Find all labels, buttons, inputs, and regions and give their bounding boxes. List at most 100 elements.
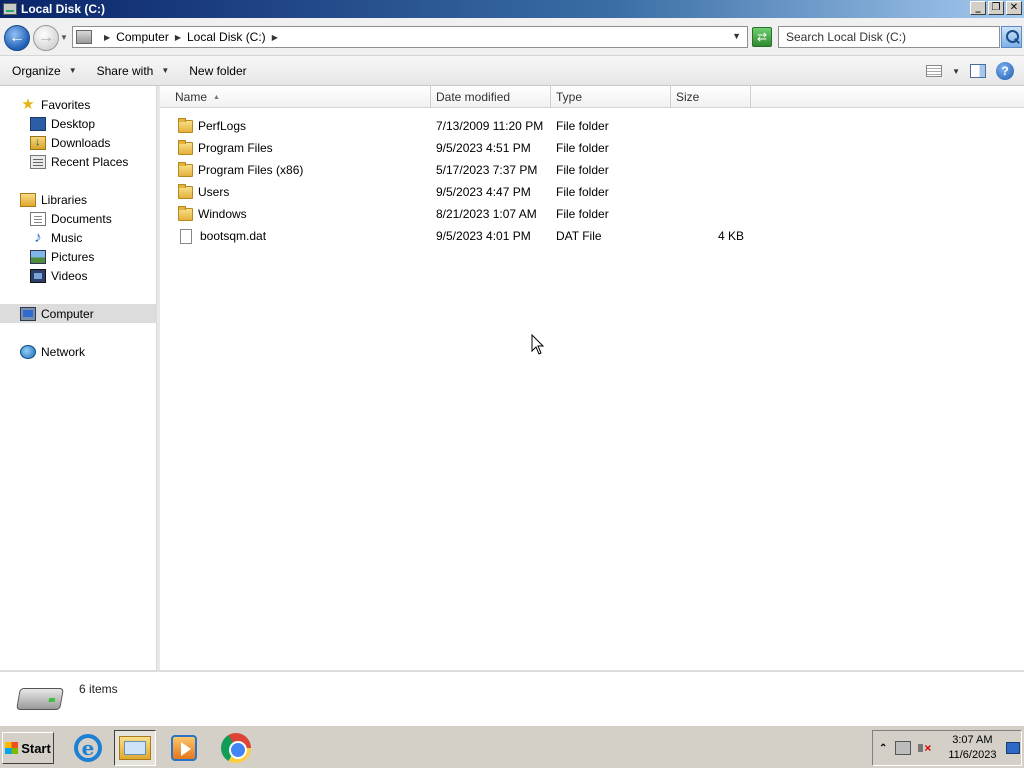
file-size (676, 181, 744, 203)
internet-explorer-icon: e (74, 734, 102, 762)
search-icon[interactable] (1001, 26, 1022, 48)
folder-icon (178, 139, 193, 155)
column-header-row: Name ▲ Date modified Type Size (160, 86, 1024, 108)
breadcrumb-computer[interactable]: Computer (116, 30, 169, 44)
address-bar[interactable]: ▶ Computer ▶ Local Disk (C:) ▶ ▼ (72, 26, 748, 48)
star-icon: ★ (21, 95, 35, 113)
nav-computer[interactable]: Computer (0, 304, 157, 323)
file-type: File folder (556, 185, 609, 199)
chevron-down-icon: ▼ (161, 66, 170, 75)
taskbar: Start e ⌃ 3:07 AM 11/6/2023 (0, 725, 1024, 768)
file-row-program-files-x86[interactable]: Program Files (x86) 5/17/2023 7:37 PM Fi… (160, 159, 1024, 181)
view-options-dropdown-icon[interactable]: ▼ (952, 67, 960, 76)
forward-button[interactable]: → (33, 25, 59, 51)
details-pane: 6 items (0, 670, 1024, 725)
network-status-icon[interactable] (895, 741, 912, 755)
file-size (676, 115, 744, 137)
media-player-icon (171, 735, 197, 761)
sort-ascending-icon: ▲ (213, 94, 220, 101)
share-with-button[interactable]: Share with ▼ (85, 64, 178, 78)
close-button[interactable]: ✕ (1006, 1, 1022, 15)
command-bar: Organize ▼ Share with ▼ New folder ▼ ? (0, 56, 1024, 86)
windows-logo-icon (5, 742, 19, 754)
computer-icon (20, 306, 36, 321)
show-desktop-icon[interactable] (1006, 742, 1021, 754)
pictures-icon (30, 249, 46, 264)
file-name: Program Files (198, 141, 273, 155)
chrome-icon (221, 733, 251, 763)
breadcrumb-local-disk[interactable]: Local Disk (C:) (187, 30, 266, 44)
file-size: 4 KB (717, 229, 744, 243)
column-header-size[interactable]: Size (671, 86, 751, 108)
folder-icon (178, 161, 193, 177)
file-date: 7/13/2009 11:20 PM (436, 119, 544, 133)
chevron-right-icon[interactable]: ▶ (272, 33, 278, 42)
computer-icon (76, 30, 92, 44)
file-name: Program Files (x86) (198, 163, 304, 177)
clock-date: 11/6/2023 (948, 749, 997, 761)
taskbar-chrome[interactable] (215, 730, 257, 766)
column-header-name[interactable]: Name ▲ (160, 86, 431, 108)
column-header-type[interactable]: Type (551, 86, 671, 108)
help-icon[interactable]: ? (996, 62, 1014, 80)
taskbar-media-player[interactable] (163, 730, 205, 766)
nav-favorites[interactable]: ★ Favorites (0, 95, 157, 114)
nav-music[interactable]: ♪ Music (0, 228, 157, 247)
change-view-icon[interactable] (926, 65, 943, 77)
file-date: 9/5/2023 4:01 PM (436, 229, 531, 243)
clock[interactable]: 3:07 AM 11/6/2023 (944, 733, 1000, 763)
downloads-icon (30, 135, 46, 150)
organize-button[interactable]: Organize ▼ (0, 64, 85, 78)
nav-recent-places[interactable]: Recent Places (0, 152, 157, 171)
recent-pages-dropdown[interactable]: ▼ (60, 33, 68, 42)
videos-icon (30, 268, 46, 283)
file-row-perflogs[interactable]: PerfLogs 7/13/2009 11:20 PM File folder (160, 115, 1024, 137)
nav-desktop[interactable]: Desktop (0, 114, 157, 133)
file-row-bootsqm[interactable]: bootsqm.dat 9/5/2023 4:01 PM DAT File 4 … (160, 225, 1024, 247)
nav-documents[interactable]: Documents (0, 209, 157, 228)
file-size (676, 159, 744, 181)
taskbar-internet-explorer[interactable]: e (67, 730, 109, 766)
nav-libraries[interactable]: Libraries (0, 190, 157, 209)
file-size (676, 203, 744, 225)
title-bar[interactable]: Local Disk (C:) _ ❐ ✕ (0, 0, 1024, 18)
taskbar-windows-explorer[interactable] (114, 730, 156, 766)
chevron-right-icon[interactable]: ▶ (175, 33, 181, 42)
nav-videos[interactable]: Videos (0, 266, 157, 285)
file-row-users[interactable]: Users 9/5/2023 4:47 PM File folder (160, 181, 1024, 203)
file-row-program-files[interactable]: Program Files 9/5/2023 4:51 PM File fold… (160, 137, 1024, 159)
column-header-date-modified[interactable]: Date modified (431, 86, 551, 108)
folder-icon (178, 205, 193, 221)
nav-pictures[interactable]: Pictures (0, 247, 157, 266)
file-name: bootsqm.dat (200, 229, 267, 243)
documents-icon (30, 211, 46, 226)
chevron-down-icon: ▼ (68, 66, 77, 75)
file-name: Users (198, 185, 230, 199)
desktop-icon (30, 116, 46, 131)
address-dropdown-icon[interactable]: ▼ (732, 31, 741, 41)
preview-pane-icon[interactable] (970, 64, 986, 78)
refresh-button[interactable]: ⇄ (752, 27, 772, 47)
show-hidden-icons-icon[interactable]: ⌃ (879, 743, 887, 754)
windows-explorer-icon (119, 736, 151, 760)
nav-downloads[interactable]: Downloads (0, 133, 157, 152)
file-size (676, 137, 744, 159)
new-folder-button[interactable]: New folder (177, 64, 254, 78)
folder-icon (178, 117, 193, 133)
address-bar-area: ← → ▼ ▶ Computer ▶ Local Disk (C:) ▶ ▼ ⇄… (0, 18, 1024, 56)
folder-icon (178, 183, 193, 199)
file-row-windows[interactable]: Windows 8/21/2023 1:07 AM File folder (160, 203, 1024, 225)
file-type: File folder (556, 163, 609, 177)
libraries-icon (20, 192, 36, 207)
file-date: 9/5/2023 4:47 PM (436, 185, 531, 199)
file-name: Windows (198, 207, 247, 221)
nav-network[interactable]: Network (0, 342, 157, 361)
back-button[interactable]: ← (4, 25, 30, 51)
start-button[interactable]: Start (2, 732, 54, 764)
volume-muted-icon[interactable] (918, 741, 932, 755)
file-list: PerfLogs 7/13/2009 11:20 PM File folder … (160, 108, 1024, 670)
chevron-right-icon[interactable]: ▶ (104, 33, 110, 42)
restore-button[interactable]: ❐ (988, 1, 1004, 15)
search-input[interactable]: Search Local Disk (C:) (778, 26, 1000, 48)
minimize-button[interactable]: _ (970, 1, 986, 15)
